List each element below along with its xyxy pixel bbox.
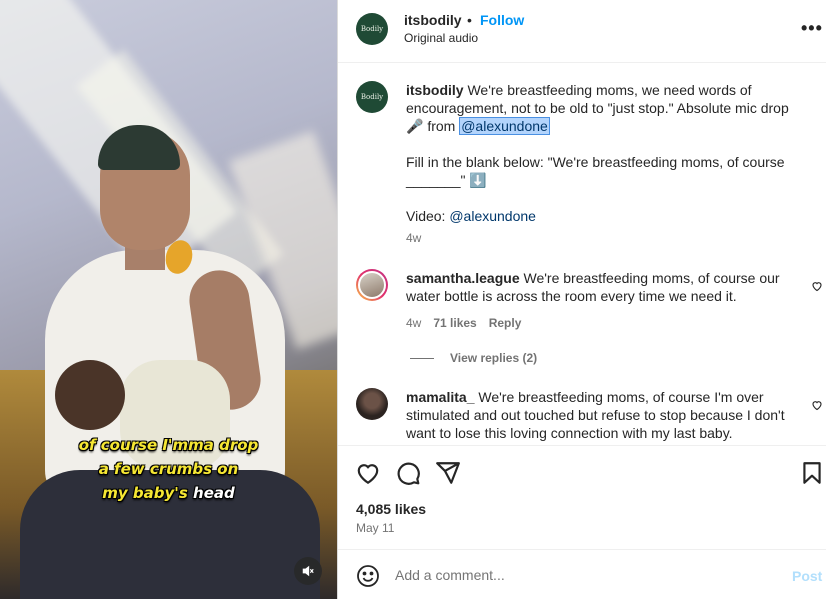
avatar[interactable] bbox=[356, 269, 388, 301]
post-caption: Bodily itsbodily We're breastfeeding mom… bbox=[356, 81, 816, 251]
like-comment-heart-icon[interactable] bbox=[811, 280, 823, 292]
post-age[interactable]: 4w bbox=[406, 231, 421, 245]
video-caption-line-3: my baby's head bbox=[102, 484, 235, 502]
speaker-muted-icon[interactable] bbox=[294, 557, 322, 585]
mention-link[interactable]: @alexundone bbox=[449, 208, 536, 224]
more-options-icon[interactable]: ••• bbox=[801, 18, 823, 39]
share-paper-plane-icon[interactable] bbox=[435, 460, 461, 486]
action-bar: 4,085 likes May 11 bbox=[338, 445, 826, 549]
like-heart-icon[interactable] bbox=[355, 460, 381, 486]
comment-meta: 4w 71 likes Reply bbox=[406, 316, 521, 330]
avatar[interactable]: Bodily bbox=[356, 13, 388, 45]
comment-age[interactable]: 4w bbox=[406, 316, 421, 330]
avatar[interactable] bbox=[356, 388, 388, 420]
comment-item: mamalita_ We're breastfeeding moms, of c… bbox=[356, 388, 822, 445]
emoji-icon[interactable] bbox=[356, 564, 380, 588]
save-bookmark-icon[interactable] bbox=[799, 460, 825, 486]
view-replies-button[interactable]: View replies (2) bbox=[410, 351, 537, 365]
mention-link[interactable]: @alexundone bbox=[459, 117, 550, 135]
avatar[interactable]: Bodily bbox=[356, 81, 388, 113]
audio-link[interactable]: Original audio bbox=[404, 31, 478, 45]
comments-section[interactable]: Bodily itsbodily We're breastfeeding mom… bbox=[338, 63, 826, 445]
like-count[interactable]: 4,085 likes bbox=[356, 501, 426, 517]
add-comment-input[interactable] bbox=[395, 567, 775, 583]
comment-username[interactable]: mamalita_ bbox=[406, 389, 474, 405]
username-link[interactable]: itsbodily bbox=[404, 12, 462, 28]
comment-bubble-icon[interactable] bbox=[395, 460, 421, 486]
comment-composer: Post bbox=[338, 549, 826, 599]
post-header: Bodily itsbodily • Follow Original audio… bbox=[338, 0, 826, 63]
caption-credit: Video: @alexundone bbox=[406, 208, 536, 224]
post-comment-button[interactable]: Post bbox=[792, 568, 822, 584]
video-caption-line-2: a few crumbs on bbox=[98, 460, 239, 478]
like-comment-heart-icon[interactable] bbox=[811, 399, 823, 411]
follow-button[interactable]: Follow bbox=[480, 12, 524, 28]
reel-video[interactable]: of course I'mma drop a few crumbs on my … bbox=[0, 0, 337, 599]
post-date[interactable]: May 11 bbox=[356, 521, 394, 535]
video-caption-line-1: of course I'mma drop bbox=[78, 436, 259, 454]
separator-dot: • bbox=[467, 12, 472, 28]
post-panel: Bodily itsbodily • Follow Original audio… bbox=[337, 0, 826, 599]
reply-button[interactable]: Reply bbox=[489, 316, 522, 330]
comment-item: samantha.league We're breastfeeding moms… bbox=[356, 269, 822, 349]
comment-username[interactable]: samantha.league bbox=[406, 270, 520, 286]
comment-likes[interactable]: 71 likes bbox=[433, 316, 476, 330]
caption-username[interactable]: itsbodily bbox=[406, 82, 464, 98]
caption-text-2: Fill in the blank below: "We're breastfe… bbox=[406, 154, 785, 188]
